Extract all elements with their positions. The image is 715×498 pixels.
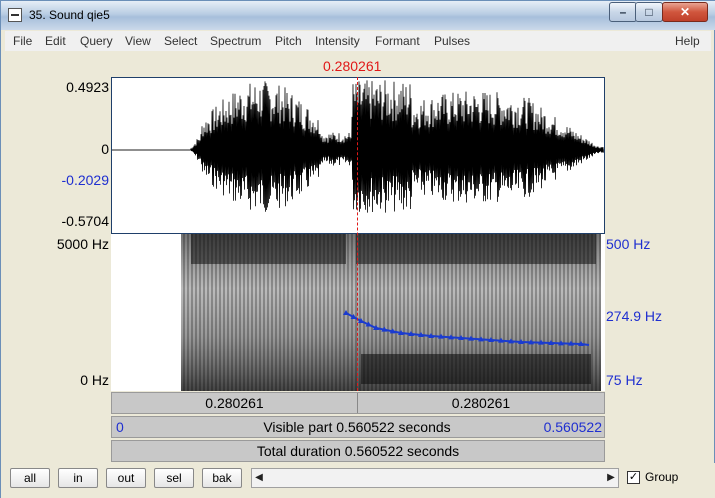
wave-min-label: -0.5704: [61, 213, 109, 229]
spectrogram-bottom-freq-label: 0 Hz: [80, 372, 109, 388]
menu-view[interactable]: View: [125, 34, 151, 48]
menu-select[interactable]: Select: [164, 34, 197, 48]
scroll-left-icon[interactable]: ◀: [252, 469, 266, 487]
menu-intensity[interactable]: Intensity: [315, 34, 360, 48]
menu-pulses[interactable]: Pulses: [434, 34, 470, 48]
spectrogram-band-upper-left: [191, 234, 346, 264]
waveform-pane[interactable]: [111, 77, 605, 234]
spectrogram-top-freq-label: 5000 Hz: [56, 236, 109, 252]
menu-help[interactable]: Help: [675, 34, 700, 48]
wave-zero-label: 0: [101, 141, 109, 157]
cursor-line: [357, 77, 358, 391]
close-icon: ✕: [679, 5, 691, 19]
title-bar: 35. Sound qie5 – □ ✕: [1, 1, 715, 30]
group-label: Group: [645, 470, 679, 484]
time-scrollbar[interactable]: ◀ ▶: [251, 468, 619, 488]
total-duration-bar[interactable]: Total duration 0.560522 seconds: [111, 440, 605, 462]
checkmark-icon: ✓: [628, 471, 639, 483]
close-button[interactable]: ✕: [662, 2, 708, 22]
visible-part-bar[interactable]: 0 Visible part 0.560522 seconds 0.560522: [111, 416, 605, 438]
total-duration-text: Total duration 0.560522 seconds: [256, 443, 460, 459]
menu-query[interactable]: Query: [80, 34, 113, 48]
waveform-trace: [112, 80, 604, 213]
minimize-icon: –: [619, 5, 627, 19]
menu-file[interactable]: File: [13, 34, 32, 48]
pitch-value-label: 274.9 Hz: [606, 308, 663, 324]
spectrogram-plot: [181, 234, 601, 391]
menu-spectrum[interactable]: Spectrum: [210, 34, 261, 48]
menu-bar: File Edit Query View Select Spectrum Pit…: [5, 31, 711, 51]
app-icon: [8, 8, 22, 22]
group-checkbox[interactable]: ✓: [627, 471, 640, 484]
left-segment-time[interactable]: 0.280261: [112, 393, 358, 413]
zoom-in-button[interactable]: in: [58, 468, 98, 488]
zoom-out-button[interactable]: out: [106, 468, 146, 488]
visible-end-label: 0.560522: [543, 419, 602, 435]
zoom-back-button[interactable]: bak: [202, 468, 242, 488]
visible-part-text: Visible part 0.560522 seconds: [263, 419, 451, 435]
maximize-icon: □: [645, 5, 653, 19]
scroll-right-icon[interactable]: ▶: [604, 469, 618, 487]
pitch-floor-label: 75 Hz: [606, 372, 643, 388]
cursor-time-label: 0.280261: [323, 58, 382, 74]
minimize-button[interactable]: –: [609, 2, 637, 22]
window-title: 35. Sound qie5: [29, 8, 110, 22]
wave-max-label: 0.4923: [66, 79, 109, 95]
selection-time-bar[interactable]: 0.280261 0.280261: [111, 392, 605, 414]
sound-editor-window: 35. Sound qie5 – □ ✕ File Edit Query Vie…: [0, 0, 715, 498]
spectrogram-band-upper-right: [356, 234, 596, 264]
menu-pitch[interactable]: Pitch: [275, 34, 302, 48]
maximize-button[interactable]: □: [635, 2, 663, 22]
spectrogram-band-low: [361, 354, 591, 384]
visible-start-label: 0: [116, 419, 124, 435]
pitch-ceiling-label: 500 Hz: [606, 236, 651, 252]
menu-edit[interactable]: Edit: [45, 34, 66, 48]
waveform-plot: [112, 80, 604, 213]
bottom-toolbar: all in out sel bak ◀ ▶ ✓ Group: [1, 463, 715, 498]
show-all-button[interactable]: all: [10, 468, 50, 488]
wave-cursor-value-label: -0.2029: [61, 172, 109, 188]
menu-formant[interactable]: Formant: [375, 34, 420, 48]
zoom-to-selection-button[interactable]: sel: [154, 468, 194, 488]
right-segment-time[interactable]: 0.280261: [358, 393, 604, 413]
spectrogram-pane[interactable]: [111, 234, 605, 391]
